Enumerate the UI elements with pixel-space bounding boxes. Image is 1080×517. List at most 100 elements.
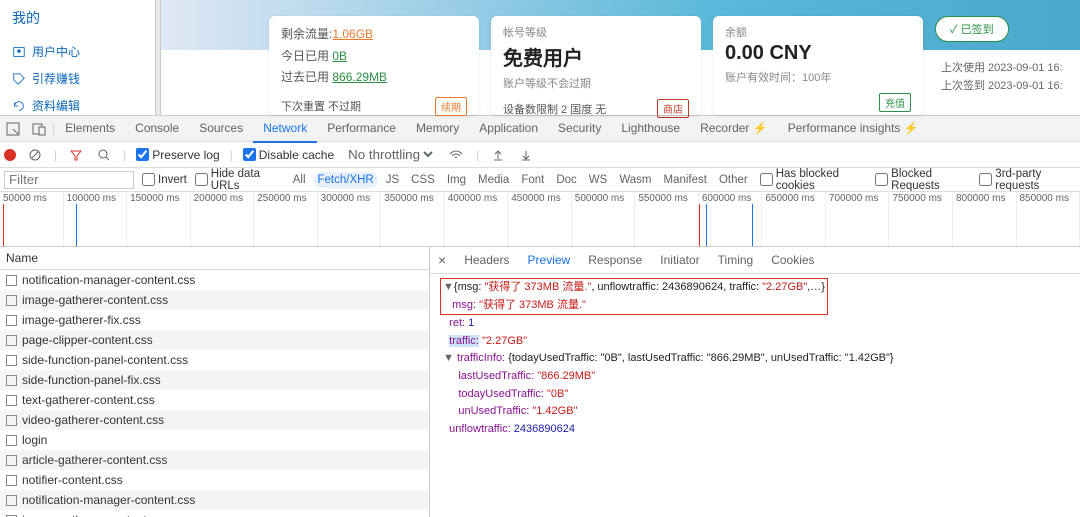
sidebar-item-profile-edit[interactable]: 资料编辑 (12, 92, 155, 119)
inspect-icon[interactable] (0, 122, 26, 136)
third-party-checkbox[interactable]: 3rd-party requests (979, 168, 1076, 192)
request-row[interactable]: side-function-panel-content.css (0, 350, 429, 370)
detail-tab-timing[interactable]: Timing (718, 253, 754, 267)
record-button[interactable] (4, 149, 16, 161)
json-preview[interactable]: ▼{msg: "获得了 373MB 流量.", unflowtraffic: 2… (430, 274, 1080, 442)
remain-value[interactable]: 1.06GB (332, 27, 373, 41)
search-icon[interactable] (95, 146, 113, 164)
row-checkbox[interactable] (6, 435, 17, 446)
detail-tab-headers[interactable]: Headers (464, 253, 509, 267)
resource-filter-media[interactable]: Media (474, 172, 513, 188)
resource-filter-manifest[interactable]: Manifest (659, 172, 710, 188)
resource-filter-other[interactable]: Other (715, 172, 752, 188)
json-key: unUsedTraffic: (458, 405, 529, 417)
remain-label: 剩余流量: (281, 27, 332, 41)
filter-icon[interactable] (67, 146, 85, 164)
balance-sub: 账户有效时间：100年 (725, 69, 911, 85)
user-icon (12, 45, 26, 59)
request-row[interactable]: notification-manager-content.css (0, 490, 429, 510)
row-checkbox[interactable] (6, 275, 17, 286)
download-icon[interactable] (517, 146, 535, 164)
close-icon[interactable]: × (438, 252, 450, 268)
resource-filter-fetch-xhr[interactable]: Fetch/XHR (314, 172, 378, 188)
row-checkbox[interactable] (6, 495, 17, 506)
resource-filter-doc[interactable]: Doc (552, 172, 580, 188)
request-row[interactable]: article-gatherer-content.css (0, 450, 429, 470)
row-checkbox[interactable] (6, 295, 17, 306)
devtools-tab-network[interactable]: Network (253, 115, 317, 143)
hide-urls-checkbox[interactable]: Hide data URLs (195, 168, 281, 192)
request-row[interactable]: video-gatherer-content.css (0, 410, 429, 430)
request-detail-panel: × Headers Preview Response Initiator Timing C… (430, 247, 1080, 517)
wifi-icon[interactable] (446, 146, 466, 164)
invert-checkbox[interactable]: Invert (142, 173, 187, 186)
json-value: "获得了 373MB 流量." (484, 281, 591, 293)
clear-icon[interactable] (26, 146, 44, 164)
devtools-tab-performance[interactable]: Performance (317, 115, 406, 143)
row-checkbox[interactable] (6, 335, 17, 346)
throttling-select[interactable]: No throttling (344, 146, 436, 163)
preserve-log-checkbox[interactable]: Preserve log (136, 148, 219, 162)
request-row[interactable]: page-clipper-content.css (0, 330, 429, 350)
filter-input[interactable] (4, 171, 134, 189)
devtools-tab-application[interactable]: Application (469, 115, 548, 143)
tier-card: 帐号等级 免费用户 账户等级不会过期 设备数限制 2 国度 无商店 (491, 16, 701, 115)
blocked-requests-checkbox[interactable]: Blocked Requests (875, 168, 971, 192)
detail-tab-preview[interactable]: Preview (528, 253, 571, 267)
resource-filter-font[interactable]: Font (517, 172, 548, 188)
row-checkbox[interactable] (6, 475, 17, 486)
detail-tab-response[interactable]: Response (588, 253, 642, 267)
today-value[interactable]: 0B (332, 49, 347, 63)
tag-icon (12, 72, 26, 86)
request-row[interactable]: image-gatherer-content.css (0, 510, 429, 517)
refresh-icon (12, 99, 26, 113)
network-timeline[interactable]: 50000 ms100000 ms150000 ms200000 ms25000… (0, 191, 1080, 247)
request-row[interactable]: text-gatherer-content.css (0, 390, 429, 410)
request-row[interactable]: notification-manager-content.css (0, 270, 429, 290)
row-checkbox[interactable] (6, 455, 17, 466)
devtools-tab-memory[interactable]: Memory (406, 115, 469, 143)
sidebar-item-referral[interactable]: 引荐赚钱 (12, 65, 155, 92)
row-checkbox[interactable] (6, 315, 17, 326)
resource-filter-ws[interactable]: WS (585, 172, 612, 188)
disable-cache-checkbox[interactable]: Disable cache (243, 148, 334, 162)
request-row[interactable]: notifier-content.css (0, 470, 429, 490)
devtools-tab-security[interactable]: Security (548, 115, 611, 143)
store-button[interactable]: 商店 (657, 99, 689, 118)
resource-filter-wasm[interactable]: Wasm (615, 172, 655, 188)
devtools-tab-recorder-[interactable]: Recorder ⚡ (690, 115, 778, 143)
devtools-tab-performance-insights-[interactable]: Performance insights ⚡ (778, 115, 929, 143)
device-icon[interactable] (26, 122, 52, 136)
request-row[interactable]: image-gatherer-fix.css (0, 310, 429, 330)
sidebar-item-user-center[interactable]: 用户中心 (12, 38, 155, 65)
table-header-name[interactable]: Name (0, 247, 429, 270)
row-checkbox[interactable] (6, 395, 17, 406)
past-value[interactable]: 866.29MB (332, 70, 387, 84)
detail-tab-initiator[interactable]: Initiator (660, 253, 699, 267)
timeline-tick: 350000 ms (381, 192, 445, 246)
json-text: , unflowtraffic: 2436890624, traffic: (591, 281, 762, 293)
resource-filter-css[interactable]: CSS (407, 172, 439, 188)
devtools-tab-sources[interactable]: Sources (189, 115, 253, 143)
detail-tab-cookies[interactable]: Cookies (771, 253, 814, 267)
recharge-button[interactable]: 充值 (879, 93, 911, 112)
json-value: "2.27GB" (482, 335, 527, 347)
renew-button[interactable]: 续期 (435, 97, 467, 116)
blocked-cookies-checkbox[interactable]: Has blocked cookies (760, 168, 867, 192)
row-checkbox[interactable] (6, 415, 17, 426)
devtools-tab-lighthouse[interactable]: Lighthouse (611, 115, 690, 143)
request-row[interactable]: side-function-panel-fix.css (0, 370, 429, 390)
row-checkbox[interactable] (6, 375, 17, 386)
json-key: trafficInfo: (457, 352, 505, 364)
checkin-button[interactable]: ✓ 已签到 (935, 16, 1009, 42)
resource-filter-all[interactable]: All (289, 172, 310, 188)
json-key: msg: (452, 299, 476, 311)
row-checkbox[interactable] (6, 355, 17, 366)
timeline-tick: 550000 ms (635, 192, 699, 246)
upload-icon[interactable] (489, 146, 507, 164)
request-row[interactable]: image-gatherer-content.css (0, 290, 429, 310)
request-row[interactable]: login (0, 430, 429, 450)
resource-filter-img[interactable]: Img (443, 172, 470, 188)
filter-bar: Invert Hide data URLs AllFetch/XHRJSCSSI… (0, 167, 1080, 191)
resource-filter-js[interactable]: JS (382, 172, 403, 188)
